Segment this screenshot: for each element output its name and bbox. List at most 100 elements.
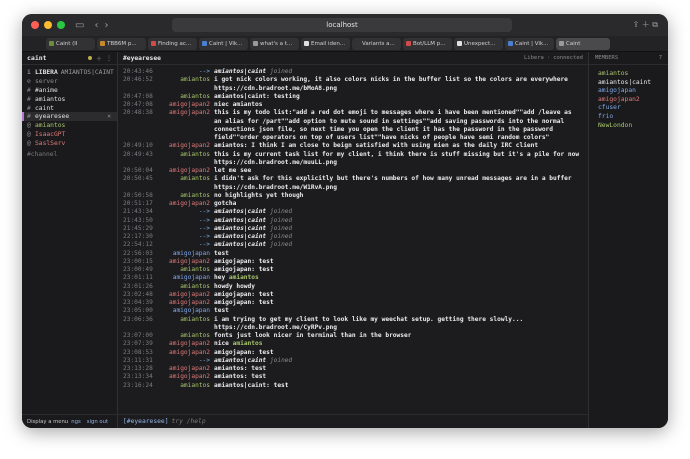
message-nick[interactable]: amigojapan2 <box>152 101 214 109</box>
message-nick[interactable]: --> <box>152 208 214 216</box>
close-buffer-icon[interactable]: × <box>107 113 111 120</box>
message-nick[interactable]: amigojapan2 <box>152 291 214 299</box>
message-nick[interactable]: amiantos <box>152 283 214 291</box>
message-nick[interactable]: amigojapan2 <box>152 109 214 117</box>
message-text: i got nick colors working, it also color… <box>214 76 568 84</box>
message-nick[interactable] <box>152 118 214 126</box>
join-nick[interactable]: amiantos|caint <box>214 217 266 224</box>
message-nick[interactable]: amiantos <box>152 93 214 101</box>
sidebar-item-amiantos[interactable]: # amiantos <box>22 95 117 104</box>
minimize-window-button[interactable] <box>44 21 52 29</box>
browser-tab[interactable]: Caint | Vik... <box>505 37 554 50</box>
message-nick[interactable]: amigojapan2 <box>152 258 214 266</box>
browser-tab[interactable]: Unexpect... <box>454 37 503 50</box>
sidebar-item-caint[interactable]: # caint <box>22 104 117 113</box>
message-nick[interactable] <box>152 159 214 167</box>
browser-tab[interactable]: Caint | Vik... <box>199 37 248 50</box>
message-nick[interactable] <box>152 126 214 134</box>
message-nick[interactable]: amiantos <box>152 192 214 200</box>
join-nick[interactable]: amiantos|caint <box>214 68 266 75</box>
message-nick[interactable]: --> <box>152 217 214 225</box>
message-nick[interactable]: amigojapan2 <box>152 167 214 175</box>
join-nick[interactable]: amiantos|caint <box>214 233 266 240</box>
message-nick[interactable] <box>152 85 214 93</box>
join-nick[interactable]: amiantos|caint <box>214 357 266 364</box>
sidebar-item-server[interactable]: ⊘ server <box>22 77 117 86</box>
join-nick[interactable]: amiantos|caint <box>214 225 266 232</box>
message-nick[interactable]: amiantos <box>152 332 214 340</box>
message-nick[interactable]: amigojapan2 <box>152 365 214 373</box>
member-item[interactable]: amigojapan2 <box>589 96 668 105</box>
sidebar-item-isaacgpt[interactable]: @ IsaacGPT <box>22 130 117 139</box>
message-text: amiantos: test <box>214 373 267 381</box>
message-nick[interactable]: --> <box>152 357 214 365</box>
sidebar-toggle-icon[interactable]: ▭ <box>75 20 84 31</box>
join-nick[interactable]: amiantos|caint <box>214 241 266 248</box>
message-nick[interactable]: amigojapan2 <box>152 349 214 357</box>
message-nick[interactable]: amigojapan <box>152 250 214 258</box>
message-line: 20:43:46 --> amiantos|caint joined <box>118 68 588 76</box>
message-nick[interactable]: amigojapan2 <box>152 373 214 381</box>
join-nick[interactable]: amiantos|caint <box>214 208 266 215</box>
browser-tab[interactable]: Email iden... <box>301 37 350 50</box>
message-nick[interactable]: --> <box>152 68 214 76</box>
add-icon[interactable]: ＋ <box>96 54 102 63</box>
sidebar-item-amiantos[interactable]: @ amiantos <box>22 121 117 130</box>
message-nick[interactable]: amigojapan2 <box>152 340 214 348</box>
message-nick[interactable]: amigojapan2 <box>152 142 214 150</box>
message-text: test <box>214 249 229 257</box>
mention-nick[interactable]: amiantos <box>229 274 259 281</box>
message-nick[interactable]: amigojapan2 <box>152 299 214 307</box>
message-input[interactable] <box>171 418 552 425</box>
message-nick[interactable]: amigojapan <box>152 274 214 282</box>
message-nick[interactable] <box>152 134 214 142</box>
message-nick[interactable]: amigojapan2 <box>152 200 214 208</box>
message-nick[interactable]: amiantos <box>152 151 214 159</box>
message-nick[interactable]: amiantos <box>152 382 214 390</box>
mention-nick[interactable]: amiantos <box>233 340 263 347</box>
member-item[interactable]: frio <box>589 113 668 122</box>
sidebar-item-saslserv[interactable]: @ SaslServ <box>22 139 117 148</box>
message-nick[interactable] <box>152 324 214 332</box>
message-nick[interactable]: amiantos <box>152 316 214 324</box>
member-item[interactable]: amigojapan <box>589 87 668 96</box>
forward-arrow-icon[interactable]: › <box>104 20 108 31</box>
join-label: joined <box>269 208 293 216</box>
back-arrow-icon[interactable]: ‹ <box>94 20 98 31</box>
sidebar-item-eyearesee[interactable]: # eyearesee × <box>22 112 117 122</box>
message-nick[interactable]: amiantos <box>152 76 214 84</box>
browser-actions-icon[interactable]: ⇪ ＋ ⧉ <box>632 19 658 30</box>
member-item[interactable]: NewLondon <box>589 122 668 131</box>
browser-tab[interactable]: Variants a... <box>352 37 401 50</box>
address-bar[interactable]: localhost <box>172 18 512 32</box>
sidebar-header: caint ＋ ⋮ <box>22 52 117 65</box>
browser-tab[interactable]: what's a t... <box>250 37 299 50</box>
browser-tab[interactable]: Finding ac... <box>148 37 197 50</box>
message-nick[interactable]: --> <box>152 233 214 241</box>
message-nick[interactable]: --> <box>152 241 214 249</box>
settings-icon[interactable]: ⋮ <box>106 55 112 62</box>
maximize-window-button[interactable] <box>57 21 65 29</box>
sidebar-item-anime[interactable]: # #anime <box>22 86 117 95</box>
member-item[interactable]: amiantos|caint <box>589 79 668 88</box>
member-item[interactable]: cfuser <box>589 104 668 113</box>
message-nick[interactable]: amigojapan <box>152 307 214 315</box>
buffer-label: caint <box>35 104 54 112</box>
message-log[interactable]: 20:43:46 --> amiantos|caint joined 20:46:52… <box>118 65 588 390</box>
sidebar-item-libera[interactable]: i LIBERA AMIANTOS|CAINT <box>22 68 117 77</box>
new-channel-input[interactable]: #channel <box>22 150 117 159</box>
message-nick[interactable]: --> <box>152 225 214 233</box>
message-nick[interactable] <box>152 184 214 192</box>
browser-tab[interactable]: Caint <box>556 37 610 50</box>
browser-tab[interactable]: Caint (lI <box>46 37 95 50</box>
menu-hint: Display a menu <box>27 418 69 425</box>
close-window-button[interactable] <box>31 21 39 29</box>
browser-tab[interactable]: Bot/LLM p... <box>403 37 452 50</box>
member-item[interactable]: amiantos <box>589 70 668 79</box>
sign-out-link[interactable]: sign out <box>87 419 108 425</box>
message-nick[interactable]: amiantos <box>152 266 214 274</box>
settings-link[interactable]: ngs <box>71 419 80 425</box>
browser-tab[interactable]: TBB6M p... <box>97 37 146 50</box>
message-continuation: https://cdn.bradroot.me/bMoA8.png <box>118 85 588 93</box>
message-nick[interactable]: amiantos <box>152 175 214 183</box>
